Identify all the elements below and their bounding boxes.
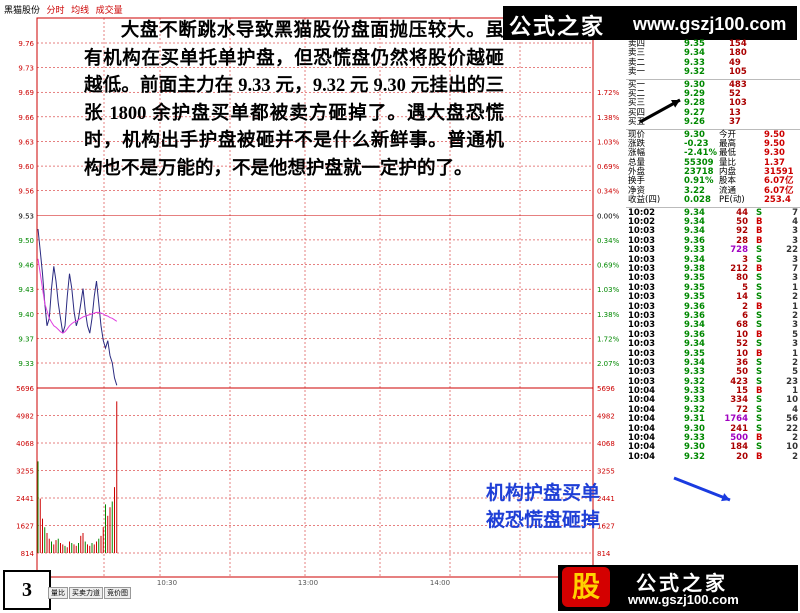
- price-tick-label: 9.56: [18, 188, 34, 196]
- pct-tick-label: 2.07%: [597, 360, 620, 368]
- volume-tick-label-right: 3255: [597, 468, 615, 476]
- stat-value: 0.028: [684, 195, 711, 206]
- divider: [626, 78, 800, 80]
- price-tick-label: 9.53: [18, 212, 34, 220]
- tab-volume-ratio[interactable]: 量比: [48, 587, 68, 599]
- tab-buy-sell-force[interactable]: 买卖力道: [69, 587, 103, 599]
- price-tick-label: 9.40: [18, 311, 34, 319]
- stat-value-2: 253.4: [764, 195, 791, 206]
- pct-tick-label: 0.34%: [597, 188, 620, 196]
- pct-tick-label: 0.34%: [597, 237, 620, 245]
- tick-side: B: [756, 451, 763, 462]
- volume-tick-label: 2441: [16, 495, 34, 503]
- annotation-line-2: 被恐慌盘砸掉: [486, 509, 601, 531]
- pct-tick-label: 1.03%: [597, 138, 620, 146]
- volume-tick-label-right: 4982: [597, 413, 615, 421]
- ask-row: 卖四 9.35 154: [626, 39, 800, 49]
- ask-label: 卖一: [628, 67, 646, 78]
- time-tick-label: 13:00: [298, 579, 318, 587]
- bid-row: 买二 9.29 52: [626, 89, 800, 99]
- volume-tick-label: 5696: [16, 385, 34, 393]
- ask-price: 9.32: [684, 67, 705, 78]
- pct-tick-label: 1.38%: [597, 311, 620, 319]
- bid-row: 买三 9.28 103: [626, 98, 800, 108]
- bottom-tabs: 量比 买卖力道 竞价图: [48, 587, 132, 599]
- volume-tick-label-right: 5696: [597, 385, 615, 393]
- price-tick-label: 9.69: [18, 89, 34, 97]
- annotation-line-1: 机构护盘买单: [486, 482, 601, 504]
- quote-panel: 卖四 9.35 154 卖三 9.34 180 卖二 9.33 49 卖一 9.32 105 买一 9.3…: [626, 39, 800, 462]
- watermark-banner: 公式之家 www.gszj100.com: [503, 6, 797, 40]
- page-number: 3: [3, 570, 51, 610]
- stat-label: 收益(四): [628, 195, 661, 206]
- price-tick-label: 9.63: [18, 138, 34, 146]
- stock-badge-icon: 股: [562, 567, 610, 607]
- pct-tick-label: 1.03%: [597, 286, 620, 294]
- pct-tick-label: 0.69%: [597, 163, 620, 171]
- bid-label: 买五: [628, 117, 646, 128]
- tick-volume: 20: [736, 451, 748, 462]
- price-tick-label: 9.66: [18, 114, 34, 122]
- volume-tick-label: 1627: [16, 523, 34, 531]
- pct-tick-label: 1.72%: [597, 89, 620, 97]
- pct-tick-label: 0.69%: [597, 262, 620, 270]
- pct-tick-label: 1.72%: [597, 335, 620, 343]
- price-tick-label: 9.50: [18, 237, 34, 245]
- bid-price: 9.26: [684, 117, 705, 128]
- tick-time: 10:04: [628, 451, 656, 462]
- tab-auction-chart[interactable]: 竞价图: [104, 587, 131, 599]
- volume-tick-label: 3255: [16, 468, 34, 476]
- pct-tick-label: 0.00%: [597, 212, 620, 220]
- price-tick-label: 9.33: [18, 360, 34, 368]
- volume-tick-label-right: 814: [597, 550, 611, 558]
- ask-row: 卖二 9.33 49: [626, 58, 800, 68]
- price-tick-label: 9.43: [18, 286, 34, 294]
- volume-tick-label: 4068: [16, 440, 34, 448]
- arrow-to-trade: [673, 476, 731, 502]
- stat-row: 收益(四) 0.028 PE(动) 253.4: [626, 195, 800, 206]
- time-tick-label: 14:00: [430, 579, 450, 587]
- bid-row: 买四 9.27 13: [626, 108, 800, 118]
- volume-tick-label: 814: [21, 550, 35, 558]
- pct-tick-label: 1.38%: [597, 114, 620, 122]
- stat-label-2: PE(动): [719, 195, 745, 206]
- price-tick-label: 9.37: [18, 335, 34, 343]
- bid-row: 买一 9.30 483: [626, 80, 800, 90]
- price-tick-label: 9.73: [18, 65, 34, 73]
- watermark-logo: 公式之家: [509, 15, 606, 40]
- price-tick-label: 9.60: [18, 163, 34, 171]
- ask-volume: 105: [729, 67, 747, 78]
- tick-price: 9.32: [684, 451, 705, 462]
- volume-tick-label-right: 4068: [597, 440, 615, 448]
- time-tick-label: 10:30: [157, 579, 177, 587]
- price-tick-label: 9.76: [18, 40, 34, 48]
- bid-volume: 37: [729, 117, 741, 128]
- watermark-url: www.gszj100.com: [633, 14, 787, 34]
- tick-row: 10:04 9.32 20 B 2: [626, 451, 800, 462]
- bid-row: 买五 9.26 37: [626, 117, 800, 128]
- annotation-note: 机构护盘买单 被恐慌盘砸掉: [486, 480, 626, 534]
- price-line: [37, 228, 118, 386]
- article-text: 大盘不断跳水导致黑猫股份盘面抛压较大。虽有机构在买单托单护盘，但恐慌盘仍然将股价…: [84, 18, 504, 183]
- price-tick-label: 9.46: [18, 262, 34, 270]
- ask-row: 卖三 9.34 180: [626, 48, 800, 58]
- article-paragraph: 大盘不断跳水导致黑猫股份盘面抛压较大。虽有机构在买单托单护盘，但恐慌盘仍然将股价…: [84, 21, 504, 179]
- volume-tick-label: 4982: [16, 413, 34, 421]
- footer-logo: 股 公式之家 www.gszj100.com: [558, 565, 798, 611]
- tick-count: 2: [792, 451, 798, 462]
- ask-row: 卖一 9.32 105: [626, 67, 800, 78]
- footer-url: www.gszj100.com: [628, 592, 739, 607]
